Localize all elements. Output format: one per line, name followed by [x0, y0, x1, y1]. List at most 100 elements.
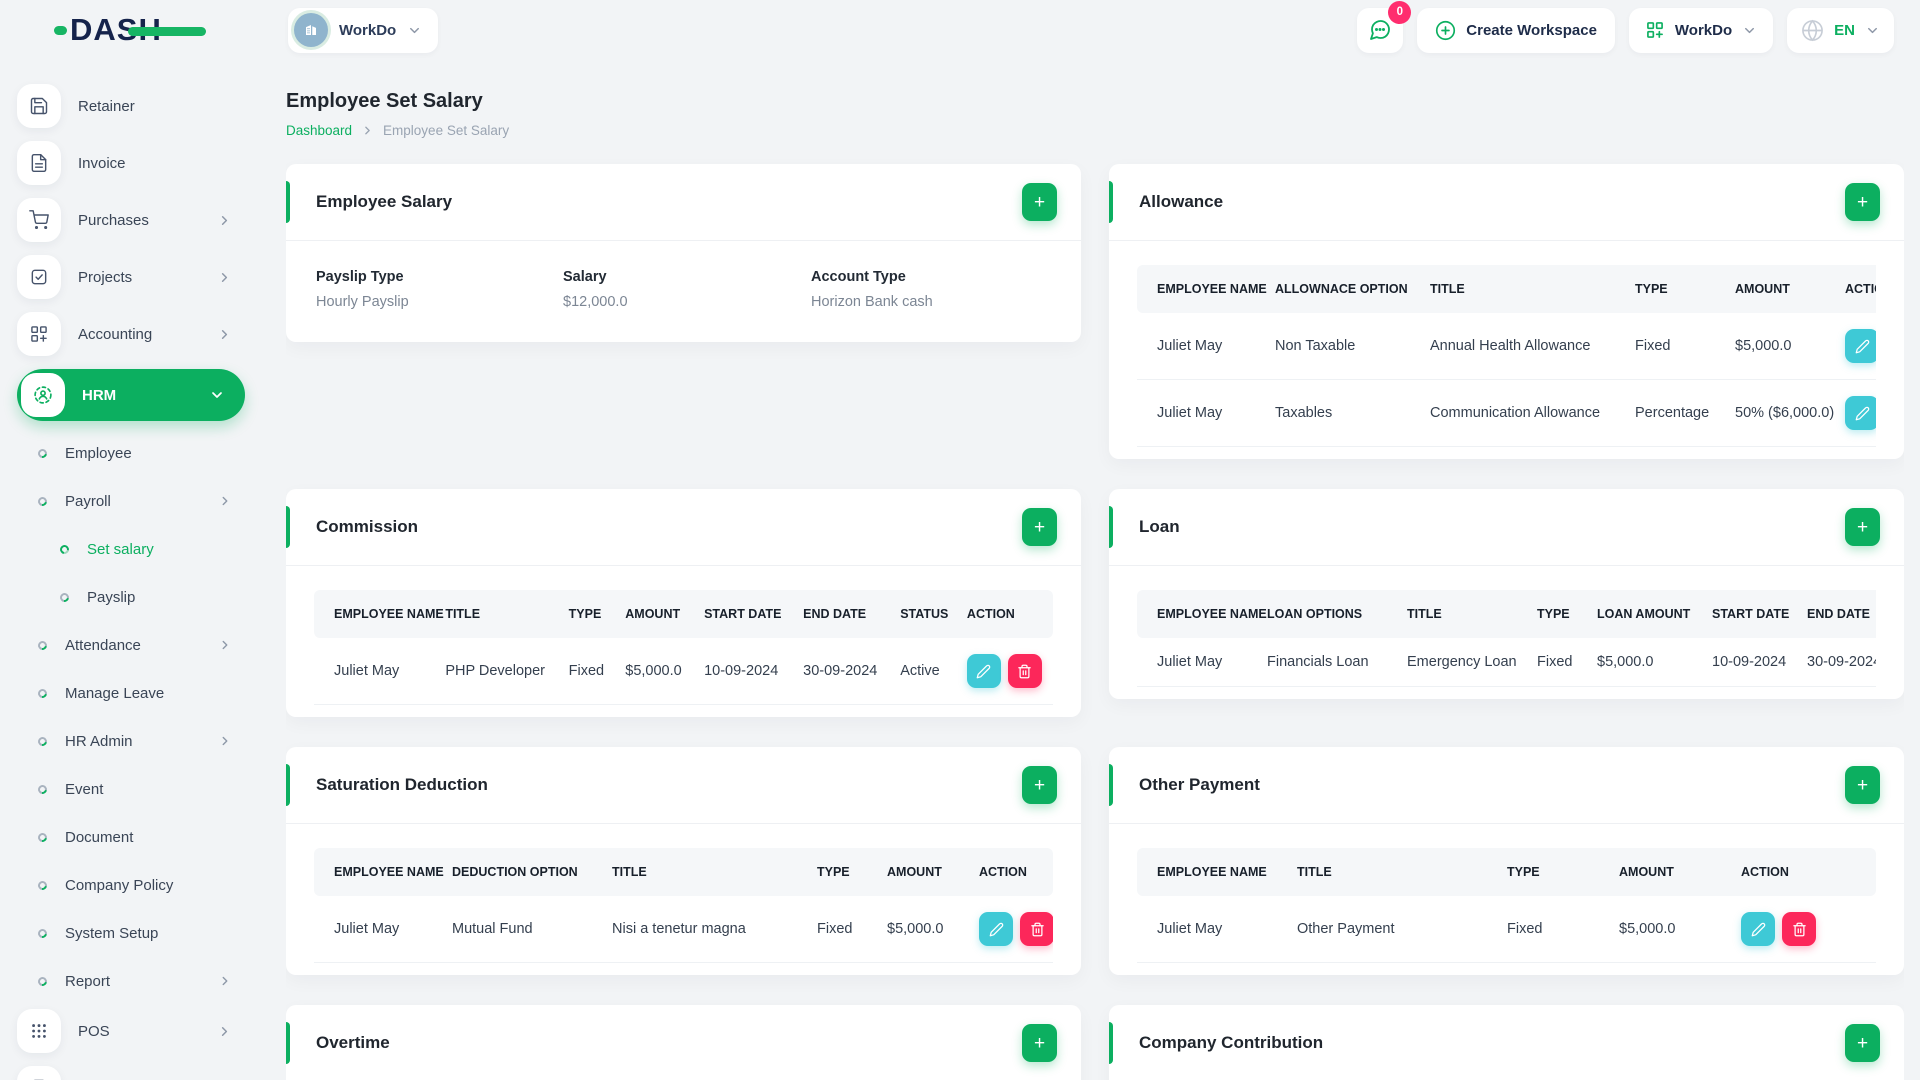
sidebar-item-invoice[interactable]: Invoice [17, 141, 262, 185]
employee-salary-fields: Payslip Type Hourly Payslip Salary $12,0… [286, 241, 1081, 342]
table-row: Juliet May Financials Loan Emergency Loa… [1137, 638, 1876, 687]
workspace-avatar [294, 13, 328, 47]
sidebar-item-hrm[interactable]: HRM [17, 369, 245, 421]
sidebar-item-crm[interactable]: CRM [17, 1066, 262, 1080]
sidebar-subitem-employee[interactable]: Employee [17, 433, 262, 473]
delete-button[interactable] [1782, 912, 1816, 946]
sidebar-subitem-set-salary[interactable]: Set salary [17, 529, 262, 569]
field-label: Account Type [811, 269, 906, 285]
card-title: Saturation Deduction [316, 775, 488, 794]
sidebar-subitem-document[interactable]: Document [17, 817, 262, 857]
top-header: DASH WorkDo 0 Create Workspace WorkDo EN [0, 0, 1920, 60]
language-label: EN [1834, 21, 1855, 39]
add-company-contribution-button[interactable]: + [1845, 1024, 1880, 1062]
edit-button[interactable] [979, 912, 1013, 946]
sidebar-subitem-report[interactable]: Report [17, 961, 262, 1001]
table-row: Juliet May Other Payment Fixed $5,000.0 [1137, 896, 1876, 963]
messenger-button[interactable]: 0 [1357, 0, 1412, 53]
delete-button[interactable] [1007, 654, 1042, 688]
saturation-deduction-table-wrap: EMPLOYEE NAME DEDUCTION OPTION TITLE TYP… [314, 848, 1053, 963]
trash-icon [1792, 922, 1806, 936]
subitem-label: Set salary [87, 540, 154, 558]
add-employee-salary-button[interactable]: + [1022, 183, 1057, 221]
sidebar-item-accounting[interactable]: Accounting [17, 312, 262, 356]
workspace-switcher[interactable]: WorkDo [288, 7, 439, 53]
sidebar-item-projects[interactable]: Projects [17, 255, 262, 299]
employee-salary-card: Employee Salary + Payslip Type Hourly Pa… [286, 164, 1081, 342]
cell: Non Taxable [1265, 313, 1420, 380]
cell: Active [890, 638, 957, 705]
add-commission-button[interactable]: + [1022, 508, 1057, 546]
language-selector[interactable]: EN [1787, 7, 1894, 53]
sidebar-subitem-manage-leave[interactable]: Manage Leave [17, 673, 262, 713]
sidebar-subitem-attendance[interactable]: Attendance [17, 625, 262, 665]
column-header: ACTION [969, 848, 1053, 896]
table-row: Juliet May Non Taxable Annual Health All… [1137, 313, 1876, 380]
sidebar-item-label: Accounting [78, 325, 153, 343]
edit-button[interactable] [966, 654, 1001, 688]
create-workspace-button[interactable]: Create Workspace [1417, 7, 1615, 53]
column-header: AMOUNT [877, 848, 969, 896]
card-title: Commission [316, 517, 419, 536]
globe-icon [1802, 19, 1824, 41]
pencil-icon [977, 664, 991, 678]
table-header-row: EMPLOYEE NAME DEDUCTION OPTION TITLE TYP… [314, 848, 1053, 896]
add-loan-button[interactable]: + [1845, 508, 1880, 546]
chevron-right-icon [365, 126, 370, 135]
bullet-icon [36, 782, 49, 796]
cell: 50% ($6,000.0) [1725, 380, 1835, 447]
add-overtime-button[interactable]: + [1022, 1024, 1057, 1062]
sidebar-subitem-hr-admin[interactable]: HR Admin [17, 721, 262, 761]
edit-button[interactable] [1845, 329, 1876, 363]
bullet-icon [36, 878, 49, 892]
subitem-label: Document [65, 828, 134, 846]
add-allowance-button[interactable]: + [1845, 183, 1880, 221]
add-saturation-deduction-button[interactable]: + [1022, 766, 1057, 804]
delete-button[interactable] [1020, 912, 1053, 946]
pencil-icon [1751, 922, 1765, 936]
chat-icon [1370, 20, 1391, 40]
cell: Annual Health Allowance [1420, 313, 1625, 380]
trash-icon [1018, 664, 1032, 678]
sidebar-item-purchases[interactable]: Purchases [17, 198, 262, 242]
invoice-file-icon [17, 141, 61, 185]
field-value: $12,000.0 [563, 294, 628, 310]
pencil-icon [1855, 406, 1869, 420]
column-header: TYPE [1625, 265, 1725, 313]
allowance-table-wrap: EMPLOYEE NAME ALLOWNACE OPTION TITLE TYP… [1137, 265, 1876, 447]
edit-button[interactable] [1845, 396, 1876, 430]
cell: $5,000.0 [1725, 313, 1835, 380]
bullet-icon [58, 590, 71, 604]
column-header: END DATE [1797, 590, 1876, 638]
check-square-icon [17, 255, 61, 299]
sidebar-item-pos[interactable]: POS [17, 1009, 262, 1053]
edit-button[interactable] [1741, 912, 1775, 946]
column-header: TYPE [1497, 848, 1609, 896]
column-header: LOAN OPTIONS [1257, 590, 1397, 638]
chevron-down-icon [1745, 27, 1755, 33]
table-header-row: EMPLOYEE NAME TITLE TYPE AMOUNT START DA… [314, 590, 1053, 638]
sidebar-subitem-company-policy[interactable]: Company Policy [17, 865, 262, 905]
sidebar-subitem-payroll[interactable]: Payroll [17, 481, 262, 521]
sidebar: Retainer Invoice Purchases Projects Acco… [0, 60, 262, 1080]
cell: Juliet May [1137, 896, 1287, 963]
sidebar-subitem-payslip[interactable]: Payslip [17, 577, 262, 617]
sidebar-subitem-system-setup[interactable]: System Setup [17, 913, 262, 953]
column-header: ALLOWNACE OPTION [1265, 265, 1420, 313]
chevron-down-icon [410, 27, 420, 33]
account-type-field: Account Type Horizon Bank cash [811, 269, 1051, 310]
field-label: Payslip Type [316, 269, 404, 285]
sidebar-subitem-event[interactable]: Event [17, 769, 262, 809]
breadcrumb-dashboard-link[interactable]: Dashboard [286, 123, 352, 138]
column-header: AMOUNT [615, 590, 695, 638]
subitem-label: Attendance [65, 636, 141, 654]
sidebar-item-retainer[interactable]: Retainer [17, 84, 262, 128]
bullet-icon [36, 830, 49, 844]
app-menu-button[interactable]: WorkDo [1628, 7, 1774, 53]
column-header: TITLE [1287, 848, 1497, 896]
subitem-label: Manage Leave [65, 684, 165, 702]
sidebar-item-label: Purchases [78, 211, 149, 229]
cell: Emergency Loan [1397, 638, 1527, 687]
add-other-payment-button[interactable]: + [1845, 766, 1880, 804]
sidebar-item-label: Invoice [78, 154, 126, 172]
